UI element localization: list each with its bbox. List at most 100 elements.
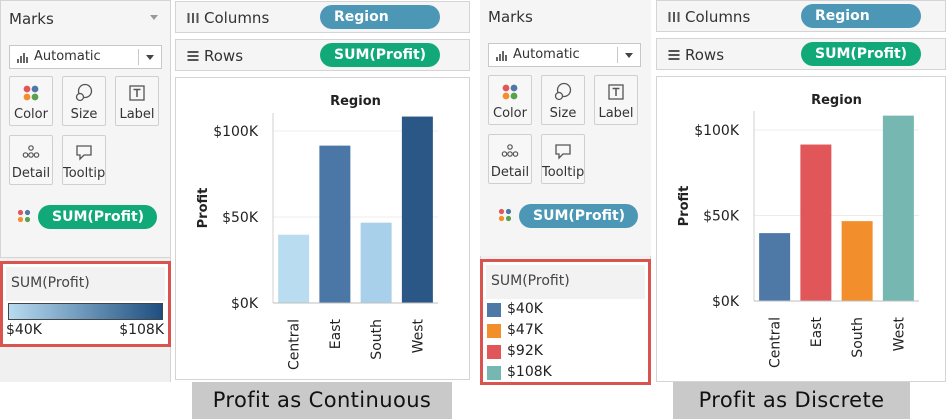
dropdown-divider xyxy=(138,49,139,65)
y-tick-label: $50K xyxy=(222,210,259,226)
color-icon xyxy=(23,85,39,101)
chevron-down-icon xyxy=(625,53,633,58)
bar-south[interactable] xyxy=(841,221,873,301)
continuous-color-legend: SUM(Profit) $40K $108K xyxy=(0,261,171,347)
profit-pill[interactable]: SUM(Profit) xyxy=(320,43,440,67)
label-button[interactable]: Label xyxy=(115,76,159,126)
bar-chart-icon xyxy=(17,53,29,63)
y-tick-label: $0K xyxy=(231,296,259,312)
tooltip-button[interactable]: Tooltip xyxy=(62,135,106,185)
columns-label: Columns xyxy=(685,8,751,26)
detail-button[interactable]: Detail xyxy=(9,135,53,185)
marks-card-right: Marks Automatic Color Size Label Detail … xyxy=(480,0,651,256)
columns-shelf: Columns Region xyxy=(175,1,470,33)
label-icon xyxy=(608,84,624,100)
x-tick-label: Central xyxy=(768,317,784,368)
marks-card: Marks Automatic Color Size Label Detail … xyxy=(0,0,171,258)
chart-title: Region xyxy=(811,93,862,108)
bar-east[interactable] xyxy=(800,144,832,301)
detail-button-label: Detail xyxy=(490,165,530,180)
rows-label: Rows xyxy=(685,46,725,64)
x-tick-label: East xyxy=(809,317,825,348)
color-gradient-bar xyxy=(8,303,163,320)
rows-shelf: Rows SUM(Profit) xyxy=(656,38,946,70)
legend-item-label: $47K xyxy=(507,322,543,338)
caption-discrete: Profit as Discrete xyxy=(673,382,910,419)
columns-label: Columns xyxy=(204,9,270,27)
x-tick-label: West xyxy=(410,318,426,353)
legend-item-label: $40K xyxy=(507,301,543,317)
legend-item-label: $108K xyxy=(507,364,552,380)
bar-east[interactable] xyxy=(319,145,351,303)
mark-type-value: Automatic xyxy=(513,47,580,62)
view-continuous: Region Profit $0K $50K $100K Central East South… xyxy=(175,77,470,380)
x-tick-label: South xyxy=(369,319,385,360)
size-button[interactable]: Size xyxy=(62,76,106,126)
label-button-label: Label xyxy=(598,106,634,121)
mark-type-value: Automatic xyxy=(34,49,101,64)
marks-title: Marks xyxy=(488,8,533,26)
y-axis-label: Profit xyxy=(677,186,692,227)
region-pill[interactable]: Region xyxy=(320,5,440,29)
bar-chart-discrete: Region Profit $0K $50K $100K Central East South… xyxy=(677,93,919,368)
label-button[interactable]: Label xyxy=(594,75,638,125)
columns-icon xyxy=(187,13,199,23)
x-tick-label: Central xyxy=(287,319,303,370)
y-axis-label: Profit xyxy=(196,188,211,229)
legend-max-label: $108K xyxy=(119,322,164,338)
rows-label: Rows xyxy=(204,47,244,65)
bar-west[interactable] xyxy=(882,115,914,301)
tooltip-button[interactable]: Tooltip xyxy=(541,134,585,184)
tooltip-icon xyxy=(76,145,92,161)
legend-min-label: $40K xyxy=(6,322,42,338)
bar-south[interactable] xyxy=(360,222,392,303)
color-field-pill[interactable]: SUM(Profit) xyxy=(38,205,157,229)
bar-west[interactable] xyxy=(401,116,433,303)
legend-item-label: $92K xyxy=(507,343,543,359)
mark-type-dropdown[interactable]: Automatic xyxy=(9,45,162,69)
y-tick-label: $100K xyxy=(213,124,259,140)
tooltip-button-label: Tooltip xyxy=(63,166,106,181)
bar-central[interactable] xyxy=(278,234,310,303)
y-tick-label: $50K xyxy=(703,209,740,225)
rows-shelf: Rows SUM(Profit) xyxy=(175,39,470,71)
color-encoding-icon xyxy=(498,208,512,222)
bar-chart-icon xyxy=(496,51,508,61)
size-button-label: Size xyxy=(70,107,98,122)
rows-icon xyxy=(187,51,199,61)
detail-icon xyxy=(501,144,519,157)
color-button[interactable]: Color xyxy=(9,76,53,126)
profit-pill[interactable]: SUM(Profit) xyxy=(801,42,921,66)
label-button-label: Label xyxy=(119,107,155,122)
y-tick-label: $0K xyxy=(712,294,740,310)
region-pill[interactable]: Region xyxy=(801,4,921,28)
y-tick-label: $100K xyxy=(694,123,740,139)
size-icon xyxy=(75,83,93,102)
color-button-label: Color xyxy=(493,106,527,121)
detail-button[interactable]: Detail xyxy=(488,134,532,184)
chevron-down-icon xyxy=(146,55,154,60)
marks-title: Marks xyxy=(9,10,54,28)
chart-title: Region xyxy=(330,94,381,109)
color-icon xyxy=(502,84,518,100)
label-icon xyxy=(129,85,145,101)
x-tick-label: East xyxy=(328,319,344,350)
columns-icon xyxy=(668,12,680,22)
dropdown-divider xyxy=(617,47,618,63)
discrete-color-legend: SUM(Profit) $40K $47K $92K $108K xyxy=(480,259,651,385)
mark-type-dropdown[interactable]: Automatic xyxy=(488,43,641,67)
detail-button-label: Detail xyxy=(11,166,51,181)
color-encoding-icon xyxy=(17,209,31,223)
rows-icon xyxy=(668,50,680,60)
size-icon xyxy=(554,82,572,101)
color-button[interactable]: Color xyxy=(488,75,532,125)
legend-swatch xyxy=(487,366,501,380)
size-button-label: Size xyxy=(549,106,577,121)
bar-central[interactable] xyxy=(759,233,791,301)
size-button[interactable]: Size xyxy=(541,75,585,125)
legend-swatch xyxy=(487,324,501,338)
tooltip-button-label: Tooltip xyxy=(542,165,585,180)
legend-title: SUM(Profit) xyxy=(491,273,570,289)
color-field-pill[interactable]: SUM(Profit) xyxy=(519,204,638,228)
marks-menu-caret-icon[interactable] xyxy=(150,15,158,20)
